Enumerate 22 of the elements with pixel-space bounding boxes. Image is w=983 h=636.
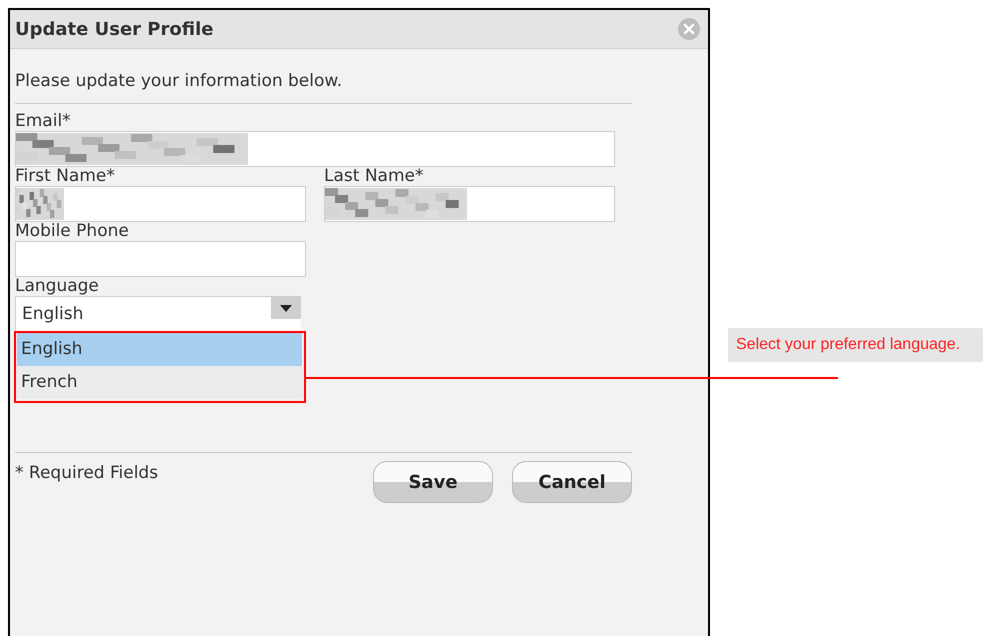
field-label: Last Name* [324,167,424,186]
dropdown-option[interactable]: French [17,366,302,399]
input-field[interactable] [15,131,615,167]
dropdown-button[interactable] [271,297,301,319]
cancel-button[interactable]: Cancel [512,461,632,503]
input-field[interactable] [324,186,615,222]
blurred-value [16,188,64,220]
field-label: Email* [15,112,71,131]
required-note: * Required Fields [15,463,158,483]
intro-text: Please update your information below. [15,71,344,93]
save-button[interactable]: Save [373,461,493,503]
input-field[interactable] [15,186,306,222]
callout-note: Select your preferred language. [728,328,983,362]
field-label: Language [15,277,99,296]
language-select[interactable]: English [15,296,301,332]
close-icon[interactable] [678,18,700,40]
field-label: Mobile Phone [15,222,129,241]
dialog-title: Update User Profile [15,18,214,40]
dropdown-option[interactable]: English [17,333,302,366]
input-field[interactable] [15,241,306,277]
field-label: First Name* [15,167,115,186]
caret-icon [280,304,292,312]
